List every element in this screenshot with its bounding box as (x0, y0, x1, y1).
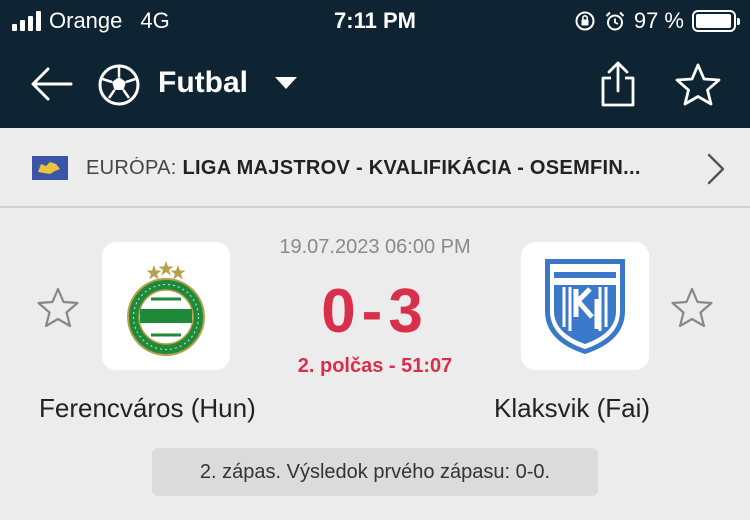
league-region: EURÓPA: (86, 157, 183, 179)
match-period: 2. polčas - 51:07 (297, 355, 453, 377)
share-icon[interactable] (598, 60, 638, 108)
back-arrow-icon[interactable] (28, 64, 74, 104)
away-team-name[interactable]: Klaksvik (Fai) (494, 393, 650, 424)
home-team-name[interactable]: Ferencváros (Hun) (39, 393, 256, 424)
league-banner[interactable]: EURÓPA: LIGA MAJSTROV - KVALIFIKÁCIA - O… (0, 128, 750, 208)
battery-icon (692, 10, 740, 32)
dropdown-caret-icon[interactable] (275, 77, 297, 89)
match-score: 0-3 (321, 277, 429, 346)
status-bar: Orange 4G 7:11 PM 97 % (0, 0, 750, 42)
navigation-bar: Futbal (0, 52, 750, 116)
match-datetime: 19.07.2023 06:00 PM (279, 236, 471, 258)
match-info-note: 2. zápas. Výsledok prvého zápasu: 0-0. (152, 448, 598, 496)
alarm-icon (605, 11, 625, 31)
league-title: EURÓPA: LIGA MAJSTROV - KVALIFIKÁCIA - O… (86, 157, 691, 180)
europe-flag-icon (32, 156, 68, 180)
chevron-right-icon[interactable] (705, 152, 727, 186)
orientation-lock-icon (575, 11, 595, 31)
match-card: 19.07.2023 06:00 PM 0-3 2. polčas - 51:0… (0, 210, 750, 520)
favorite-star-icon[interactable] (675, 62, 721, 106)
soccer-ball-icon[interactable] (98, 64, 140, 106)
sport-title[interactable]: Futbal (158, 66, 248, 100)
battery-percent: 97 % (633, 8, 684, 33)
league-name: LIGA MAJSTROV - KVALIFIKÁCIA - OSEMFIN..… (182, 157, 641, 179)
top-bar: Orange 4G 7:11 PM 97 % Futbal (0, 0, 750, 128)
